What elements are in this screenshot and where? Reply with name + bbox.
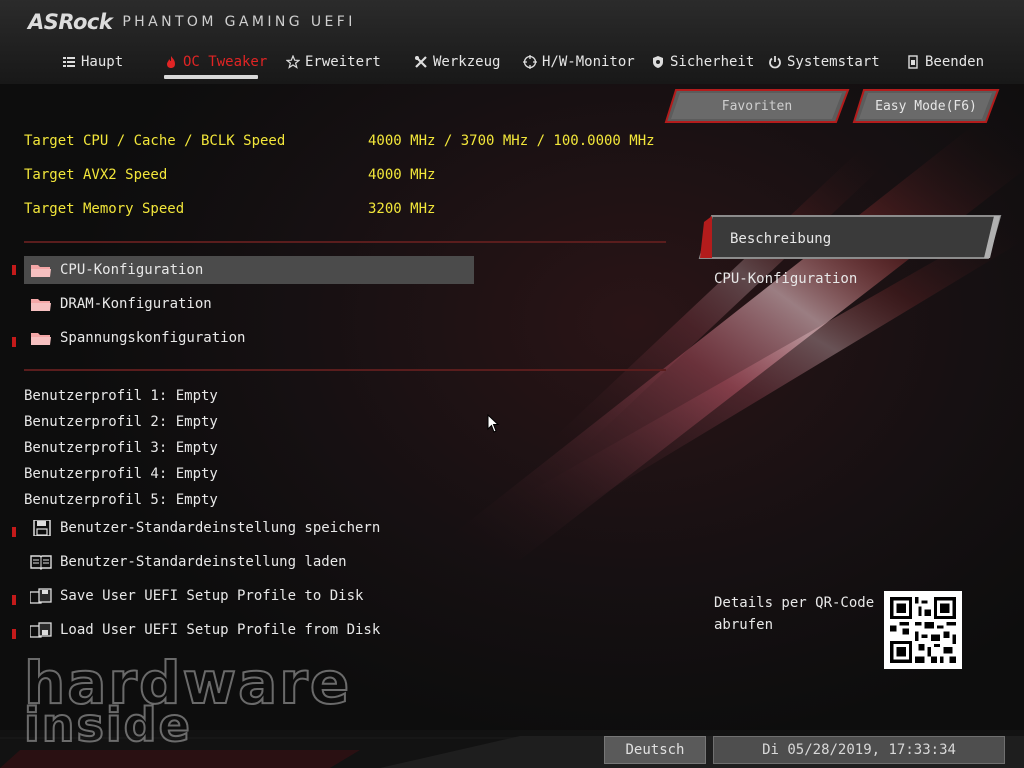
brand-subtitle: PHANTOM GAMING UEFI [122,14,356,30]
folder-icon [31,333,51,345]
item-marker [12,265,16,275]
list-icon [63,57,75,67]
save-user-defaults-button[interactable]: Benutzer-Standardeinstellung speichern [24,514,474,542]
folder-icon [31,299,51,311]
date-time-display: Di 05/28/2019, 17:33:34 [713,736,1005,764]
tab-hw-monitor[interactable]: H/W-Monitor [523,50,635,74]
disk-save-icon [30,588,52,604]
qr-code-caption: Details per QR-Code abrufen [714,595,875,633]
tab-label: Haupt [81,54,124,70]
menu-item-label: Spannungskonfiguration [60,330,246,346]
tab-sicherheit[interactable]: Sicherheit [651,50,754,74]
tab-erweitert[interactable]: Erweitert [286,50,381,74]
user-profile-5[interactable]: Benutzerprofil 5: Empty [24,492,218,508]
tab-oc-tweaker[interactable]: OC Tweaker [164,50,267,74]
tab-werkzeug[interactable]: Werkzeug [414,50,500,74]
brand-header: ASRock PHANTOM GAMING UEFI [28,10,356,34]
target-cpu-value: 4000 MHz / 3700 MHz / 100.0000 MHz [368,133,655,149]
item-marker [12,527,16,537]
tab-label: Erweitert [305,54,381,70]
tab-label: Systemstart [787,54,880,70]
item-marker [12,595,16,605]
star-icon [286,55,300,69]
load-user-defaults-button[interactable]: Benutzer-Standardeinstellung laden [24,548,474,576]
tab-label: Sicherheit [670,54,755,70]
tab-haupt[interactable]: Haupt [62,50,123,74]
brand-logo: ASRock [28,10,113,34]
item-marker [12,337,16,347]
user-profile-4[interactable]: Benutzerprofil 4: Empty [24,466,218,482]
easy-mode-label: Easy Mode(F6) [875,98,977,114]
tab-label: Werkzeug [433,54,501,70]
action-label: Benutzer-Standardeinstellung laden [60,554,347,570]
disk-load-icon [30,622,52,638]
tab-beenden[interactable]: Beenden [906,50,984,74]
menu-item-cpu-configuration[interactable]: CPU-Konfiguration [24,256,474,284]
menu-item-voltage-configuration[interactable]: Spannungskonfiguration [24,324,474,352]
target-avx2-value: 4000 MHz [368,167,436,183]
power-icon [769,56,781,69]
language-button[interactable]: Deutsch [604,736,706,764]
user-profile-3[interactable]: Benutzerprofil 3: Empty [24,440,218,456]
tools-icon [415,56,427,68]
tab-systemstart[interactable]: Systemstart [768,50,880,74]
active-tab-underline [164,75,258,79]
favorites-label: Favoriten [721,98,793,114]
floppy-icon [33,520,51,536]
load-profile-from-disk-button[interactable]: Load User UEFI Setup Profile from Disk [24,616,474,644]
menu-item-label: CPU-Konfiguration [60,262,204,278]
tab-label: OC Tweaker [183,54,268,70]
tab-label: H/W-Monitor [542,54,635,70]
shield-icon [653,56,663,68]
book-icon [30,555,52,570]
divider [24,369,666,371]
flame-icon [167,56,175,68]
folder-icon [31,265,51,277]
user-profile-1[interactable]: Benutzerprofil 1: Empty [24,388,218,404]
tab-label: Beenden [925,54,985,70]
exit-icon [908,55,918,69]
user-profile-2[interactable]: Benutzerprofil 2: Empty [24,414,218,430]
menu-item-label: DRAM-Konfiguration [60,296,212,312]
target-memory-value: 3200 MHz [368,201,436,217]
action-label: Save User UEFI Setup Profile to Disk [60,588,364,604]
easy-mode-button[interactable]: Easy Mode(F6) [852,88,1000,124]
description-title: Beschreibung [730,231,832,247]
menu-item-dram-configuration[interactable]: DRAM-Konfiguration [24,290,474,318]
watermark-line2: inside [23,698,192,752]
qr-code-image [884,591,962,669]
target-memory-label: Target Memory Speed [24,201,185,217]
item-marker [12,629,16,639]
description-text: CPU-Konfiguration [714,271,858,287]
action-label: Load User UEFI Setup Profile from Disk [60,622,381,638]
divider [24,241,666,243]
crosshair-icon [523,55,537,69]
mouse-cursor-icon [487,414,500,433]
target-avx2-label: Target AVX2 Speed [24,167,168,183]
favorites-button[interactable]: Favoriten [664,88,850,124]
target-cpu-label: Target CPU / Cache / BCLK Speed [24,133,286,149]
action-label: Benutzer-Standardeinstellung speichern [60,520,381,536]
save-profile-to-disk-button[interactable]: Save User UEFI Setup Profile to Disk [24,582,474,610]
